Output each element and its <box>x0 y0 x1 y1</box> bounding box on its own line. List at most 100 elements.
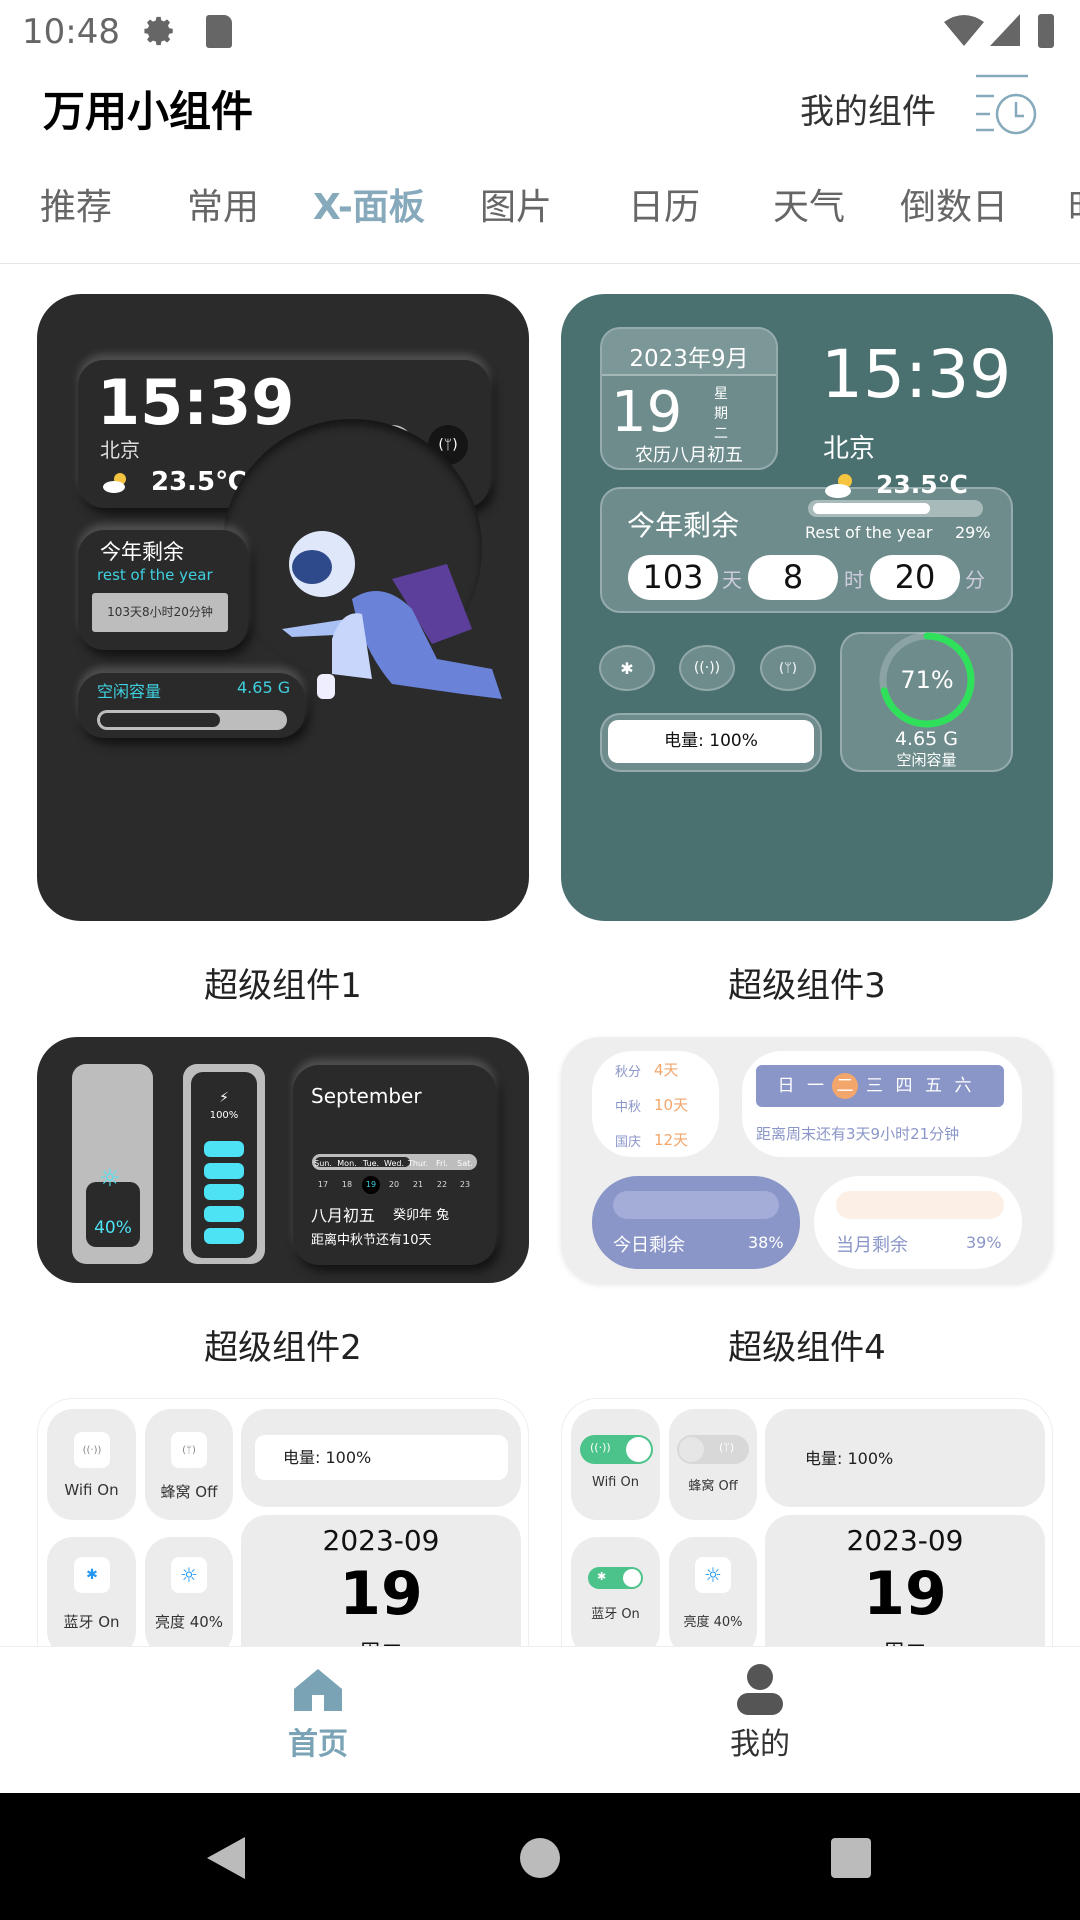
widget-card-super-3[interactable]: 2023年9月 19 星期二 农历八月初五 15:39 北京 23.5℃ 今年剩… <box>561 294 1053 921</box>
holiday-name: 秋分 <box>615 1065 642 1080</box>
battery-bar-segment <box>204 1141 244 1157</box>
bluetooth-icon: ✱ <box>620 658 634 678</box>
battery-tile: 电量: 100% <box>765 1409 1045 1507</box>
holiday-name: 国庆 <box>615 1135 642 1150</box>
sd-card-icon <box>206 15 232 48</box>
widget-card-super-2[interactable]: ☼ 40% ⚡ 100% September 八月初五 癸卯年 兔 距离中秋节还… <box>37 1037 529 1283</box>
home-button-icon[interactable] <box>520 1838 560 1878</box>
bottom-nav: 首页 我的 <box>0 1646 1080 1793</box>
category-tabs: 推荐 常用 X-面板 图片 日历 天气 倒数日 时 <box>0 178 1080 234</box>
widget-label: 超级组件2 <box>204 1328 362 1368</box>
year-title: 今年剩余 <box>100 540 184 564</box>
widget-label: 超级组件4 <box>728 1328 886 1368</box>
bluetooth-switch[interactable]: ✱ <box>588 1567 643 1589</box>
storage-bar-fill <box>100 713 220 727</box>
calendar-date[interactable]: 18 <box>338 1176 356 1194</box>
wifi-tile[interactable]: ((·)) Wifi On <box>47 1409 136 1520</box>
battery-icon <box>1038 14 1054 48</box>
sun-icon: ☼ <box>99 1164 121 1192</box>
brightness-tile[interactable]: ☼ 亮度 40% <box>145 1537 233 1657</box>
widget-card-super-4[interactable]: 秋分 4天 中秋 10天 国庆 12天 日一二三四五六 距离周末还有3天9小时21分钟 今… <box>561 1037 1053 1283</box>
my-widgets-link[interactable]: 我的组件 <box>800 84 936 133</box>
cellular-tile[interactable]: (ᛘ) 蜂窝 Off <box>669 1409 757 1520</box>
home-icon <box>294 1669 342 1711</box>
tab-pictures[interactable]: 图片 <box>480 178 552 230</box>
lunar-date: 八月初五 <box>311 1206 376 1225</box>
tab-calendar[interactable]: 日历 <box>628 178 700 230</box>
holiday-name: 中秋 <box>615 1100 642 1115</box>
bluetooth-toggle[interactable]: ✱ <box>599 645 655 691</box>
widget-card-super-1[interactable]: 15:39 北京 23.5℃ ✱ ((·)) (ᛘ) 今年剩余 rest of … <box>37 294 529 921</box>
back-icon[interactable] <box>205 1835 247 1881</box>
day: 19 <box>339 1559 423 1629</box>
clock-time: 15:39 <box>97 366 295 439</box>
today-bar <box>613 1191 779 1219</box>
month-bar <box>836 1191 1004 1219</box>
nav-home[interactable]: 首页 <box>258 1667 378 1777</box>
weekday-today: 二 <box>832 1073 858 1099</box>
wifi-tile[interactable]: ((·)) Wifi On <box>571 1409 660 1520</box>
brightness-tile[interactable]: ☼ 亮度 40% <box>669 1537 757 1657</box>
battery-percent: 100% <box>209 1110 239 1121</box>
calendar-date[interactable]: 17 <box>314 1176 332 1194</box>
calendar-date-today[interactable]: 19 <box>362 1176 380 1194</box>
calendar-date[interactable]: 23 <box>456 1176 474 1194</box>
calendar-date[interactable]: 22 <box>433 1176 451 1194</box>
app-title: 万用小组件 <box>43 87 254 136</box>
cellular-switch[interactable]: (ᛘ) <box>677 1435 749 1464</box>
weekday: 六 <box>954 1076 972 1096</box>
wifi-switch[interactable]: ((·)) <box>580 1435 653 1464</box>
cellular-tile[interactable]: (ᛘ) 蜂窝 Off <box>145 1409 233 1520</box>
astronaut-illustration <box>282 531 502 699</box>
tab-x-panel[interactable]: X-面板 <box>313 178 425 230</box>
bluetooth-icon: ✱ <box>74 1557 110 1593</box>
calendar-date[interactable]: 20 <box>385 1176 403 1194</box>
wifi-icon <box>944 15 984 46</box>
month-percent: 39% <box>966 1233 1002 1252</box>
day: 19 <box>611 380 683 445</box>
sun-icon: ☼ <box>171 1557 207 1593</box>
year-month: 2023-09 <box>322 1524 440 1557</box>
cellular-toggle[interactable]: (ᛘ) <box>760 645 816 691</box>
bluetooth-tile[interactable]: ✱ 蓝牙 On <box>571 1537 660 1657</box>
tab-countdown[interactable]: 倒数日 <box>900 178 1008 230</box>
day: 19 <box>863 1559 947 1629</box>
temperature: 23.5℃ <box>151 467 247 497</box>
holiday-days: 4天 <box>654 1061 679 1079</box>
wifi-icon: ((·)) <box>74 1432 110 1468</box>
tab-weather[interactable]: 天气 <box>773 178 845 230</box>
antenna-icon: (ᛘ) <box>438 437 458 453</box>
year-remaining: 103天8小时20分钟 <box>92 593 228 632</box>
widget-label: 超级组件3 <box>728 966 886 1006</box>
minutes-pill: 20 <box>870 555 960 600</box>
nav-mine[interactable]: 我的 <box>700 1664 820 1777</box>
bluetooth-tile[interactable]: ✱ 蓝牙 On <box>47 1537 136 1657</box>
nav-home-label: 首页 <box>288 1727 348 1762</box>
days-pill: 103 <box>628 555 718 600</box>
battery-tile: 电量: 100% <box>241 1409 521 1507</box>
battery-level: 电量: 100% <box>805 1449 894 1468</box>
list-clock-icon[interactable] <box>972 72 1040 136</box>
widget-label: 超级组件1 <box>204 966 362 1006</box>
storage-value: 4.65 G <box>894 728 959 750</box>
year-title: 今年剩余 <box>627 509 740 542</box>
hours-pill: 8 <box>748 555 838 600</box>
weekday: 日 <box>777 1076 795 1096</box>
weekday: 星期二 <box>714 386 728 442</box>
wifi-toggle[interactable]: ((·)) <box>679 645 735 691</box>
tab-common[interactable]: 常用 <box>187 178 259 230</box>
calendar-date[interactable]: 21 <box>409 1176 427 1194</box>
tab-recommend[interactable]: 推荐 <box>40 178 112 230</box>
storage-label: 空闲容量 <box>97 682 162 701</box>
storage-label: 空闲容量 <box>896 751 957 769</box>
recents-icon[interactable] <box>831 1838 871 1878</box>
battery-level: 电量: 100% <box>608 720 814 763</box>
storage-bar <box>97 710 287 730</box>
tab-time[interactable]: 时 <box>1068 178 1080 230</box>
wifi-icon: ((·)) <box>693 660 721 676</box>
minutes-unit: 分 <box>965 568 985 592</box>
days-unit: 天 <box>722 568 742 592</box>
antenna-icon: (ᛘ) <box>779 660 797 676</box>
month-label: 当月剩余 <box>836 1235 908 1256</box>
year-progress <box>808 500 983 517</box>
